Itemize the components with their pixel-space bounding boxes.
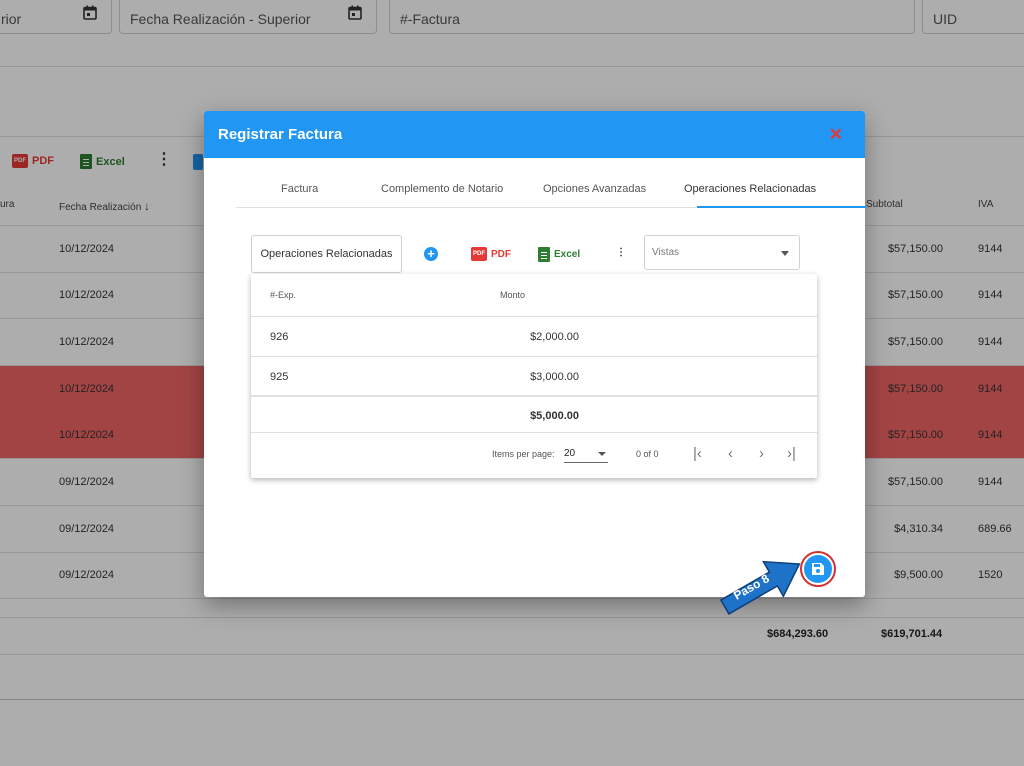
items-per-page-label: Items per page: — [492, 449, 555, 459]
excel-label: Excel — [554, 249, 581, 260]
first-page-icon[interactable]: |‹ — [693, 445, 702, 462]
next-page-icon[interactable]: › — [759, 445, 764, 462]
vistas-select[interactable]: Vistas — [644, 235, 800, 270]
paginator: Items per page: 20 0 of 0 |‹ ‹ › ›| — [251, 433, 817, 478]
page-size-value: 20 — [564, 448, 576, 459]
tab-complemento-notario[interactable]: Complemento de Notario — [381, 183, 503, 195]
total-monto: $5,000.00 — [530, 410, 579, 422]
cell-monto: $3,000.00 — [530, 371, 579, 383]
vistas-placeholder: Vistas — [652, 247, 680, 258]
cell-exp: 925 — [270, 371, 289, 383]
last-page-icon[interactable]: ›| — [787, 445, 796, 462]
more-vert-icon[interactable]: ⋮ — [616, 246, 626, 260]
chevron-down-icon — [781, 251, 789, 256]
add-circle-icon[interactable]: + — [424, 247, 438, 261]
table-row[interactable]: 925 $3,000.00 — [251, 357, 817, 397]
operations-toolbar: Operaciones Relacionadas + PDF PDF Excel… — [251, 235, 801, 273]
dialog-header: Registrar Factura ✕ — [204, 111, 865, 158]
chevron-down-icon — [598, 452, 606, 456]
pdf-button[interactable]: PDF PDF — [471, 247, 511, 261]
header-monto[interactable]: Monto — [500, 290, 525, 300]
operations-table: #-Exp. Monto 926 $2,000.00 925 $3,000.00… — [251, 274, 817, 478]
excel-button[interactable]: Excel — [538, 247, 580, 262]
tab-operaciones-relacionadas[interactable]: Operaciones Relacionadas — [684, 183, 816, 195]
close-icon[interactable]: ✕ — [829, 125, 843, 145]
page-size-select[interactable]: 20 — [564, 448, 608, 463]
header-exp[interactable]: #-Exp. — [270, 290, 296, 300]
table-row[interactable]: 926 $2,000.00 — [251, 317, 817, 357]
cell-exp: 926 — [270, 331, 289, 343]
table-header: #-Exp. Monto — [251, 274, 817, 317]
active-tab-indicator — [697, 206, 866, 208]
page-range: 0 of 0 — [636, 449, 659, 459]
previous-page-icon[interactable]: ‹ — [728, 445, 733, 462]
cell-monto: $2,000.00 — [530, 331, 579, 343]
step-callout: Paso 8 — [713, 550, 813, 620]
table-total-row: $5,000.00 — [251, 398, 817, 433]
excel-icon — [538, 247, 550, 262]
pdf-label: PDF — [491, 248, 511, 260]
pdf-icon: PDF — [471, 247, 487, 261]
dialog-tabs: Factura Complemento de Notario Opciones … — [236, 175, 866, 208]
operaciones-relacionadas-button[interactable]: Operaciones Relacionadas — [251, 235, 402, 273]
registrar-factura-dialog: Registrar Factura ✕ Factura Complemento … — [204, 111, 866, 597]
tab-factura[interactable]: Factura — [281, 183, 318, 195]
tab-opciones-avanzadas[interactable]: Opciones Avanzadas — [543, 183, 646, 195]
dialog-title: Registrar Factura — [218, 126, 343, 143]
